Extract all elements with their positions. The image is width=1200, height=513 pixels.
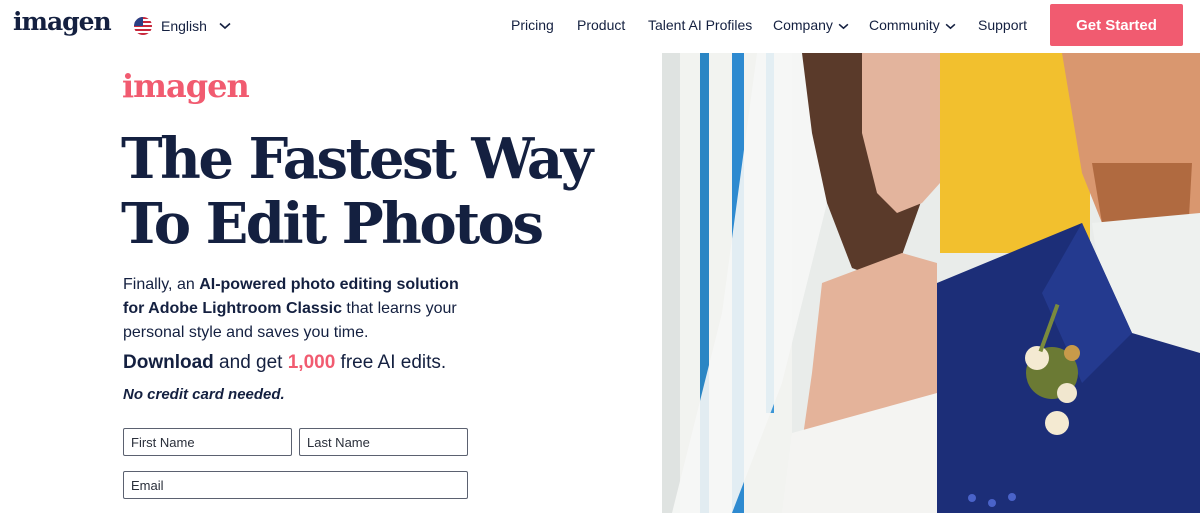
nav-item-company[interactable]: Company: [773, 17, 849, 33]
nav-item-pricing[interactable]: Pricing: [511, 17, 554, 33]
nav-item-label: Product: [577, 17, 626, 33]
nav-item-community[interactable]: Community: [869, 17, 956, 33]
nav-item-product[interactable]: Product: [577, 17, 625, 33]
nav-item-label: Company: [773, 17, 833, 33]
offer-download: Download: [123, 352, 214, 373]
email-field[interactable]: [123, 471, 468, 499]
brand-logo: imagen: [122, 67, 250, 105]
logo[interactable]: imagen: [13, 8, 112, 36]
nav-item-label: Community: [869, 17, 940, 33]
hero-description: Finally, an AI-powered photo editing sol…: [123, 273, 483, 345]
nav-item-label: Support: [978, 17, 1028, 33]
hero-photo: [662, 53, 1200, 513]
last-name-field[interactable]: [299, 428, 468, 456]
first-name-field[interactable]: [123, 428, 292, 456]
hero-headline: The Fastest Way To Edit Photos: [121, 127, 641, 257]
download-offer: Download and get 1,000 free AI edits.: [123, 349, 446, 377]
language-label: English: [161, 18, 207, 34]
offer-count: 1,000: [287, 352, 336, 373]
nav-item-label: Pricing: [511, 17, 554, 33]
nav-item-talent-ai-profiles[interactable]: Talent AI Profiles: [648, 17, 752, 33]
nav-item-support[interactable]: Support: [978, 17, 1027, 33]
top-navigation: imagen English Pricing Product Talent AI…: [0, 0, 1200, 53]
headline-line-2: To Edit Photos: [121, 191, 544, 257]
chevron-down-icon: [219, 17, 231, 35]
us-flag-icon: [134, 17, 152, 35]
chevron-down-icon: [945, 17, 956, 33]
chevron-down-icon: [838, 17, 849, 33]
get-started-button[interactable]: Get Started: [1050, 4, 1183, 46]
wedding-couple-image: [662, 53, 1200, 513]
offer-text-2: free AI edits.: [335, 352, 447, 373]
no-credit-card-note: No credit card needed.: [123, 386, 285, 403]
nav-item-label: Talent AI Profiles: [648, 17, 753, 33]
offer-text-1: and get: [213, 352, 288, 373]
desc-text-1: Finally, an: [123, 276, 200, 293]
language-selector[interactable]: English: [134, 15, 231, 37]
headline-line-1: The Fastest Way: [121, 126, 593, 192]
